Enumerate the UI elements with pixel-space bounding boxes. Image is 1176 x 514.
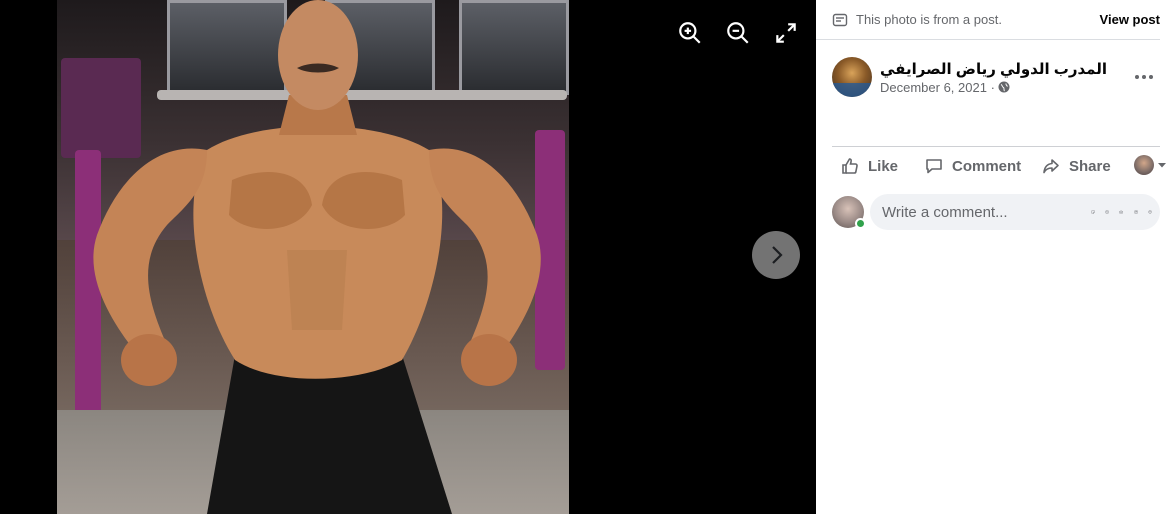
post-date[interactable]: December 6, 2021 ·	[880, 80, 995, 95]
zoom-in-icon[interactable]	[677, 20, 703, 46]
next-photo-button[interactable]	[752, 231, 800, 279]
more-horizontal-icon	[1135, 75, 1153, 79]
expand-icon[interactable]	[773, 20, 799, 46]
comment-button[interactable]: Comment	[924, 156, 1021, 176]
sticker-icon[interactable]	[1091, 203, 1095, 221]
svg-text:GIF: GIF	[1135, 212, 1137, 214]
comment-input[interactable]	[882, 203, 1081, 221]
online-status-dot	[855, 218, 866, 229]
avatar-sticker-icon[interactable]	[1148, 203, 1152, 221]
like-icon	[842, 158, 858, 174]
comment-icon	[926, 159, 942, 174]
view-post-link[interactable]: View post	[1100, 12, 1160, 27]
more-options-button[interactable]	[1126, 59, 1162, 95]
caret-down-icon	[1158, 163, 1166, 168]
photo-subject	[93, 0, 541, 514]
share-icon	[1043, 159, 1059, 174]
reactor-avatar	[1134, 155, 1154, 175]
globe-icon	[998, 81, 1010, 93]
comment-label: Comment	[952, 157, 1022, 175]
viewer-avatar[interactable]	[832, 196, 866, 229]
share-button[interactable]: Share	[1041, 156, 1111, 176]
post-actions: Like Comment Share	[832, 146, 1166, 186]
author-avatar[interactable]	[832, 57, 872, 97]
emoji-icon[interactable]	[1105, 203, 1110, 221]
comment-box[interactable]: GIF	[870, 194, 1160, 230]
gif-icon[interactable]: GIF	[1133, 203, 1138, 221]
author-meta: المدرب الدولي رياض الصرايفي December 6, …	[880, 60, 1118, 95]
post-author: المدرب الدولي رياض الصرايفي December 6, …	[832, 56, 1162, 98]
author-name[interactable]: المدرب الدولي رياض الصرايفي	[880, 60, 1118, 78]
post-date-row: December 6, 2021 ·	[880, 80, 1118, 95]
like-label: Like	[868, 157, 899, 175]
photo-viewer	[0, 0, 816, 514]
post-side-panel: This photo is from a post. View post الم…	[816, 0, 1176, 514]
share-label: Share	[1069, 157, 1111, 175]
post-photo	[57, 0, 569, 514]
from-post-notice: This photo is from a post. View post	[816, 0, 1160, 40]
chevron-right-icon	[772, 246, 783, 264]
like-button[interactable]: Like	[840, 156, 898, 176]
zoom-out-icon[interactable]	[725, 20, 751, 46]
camera-icon[interactable]	[1119, 203, 1124, 221]
reaction-identity-selector[interactable]	[1134, 155, 1167, 175]
notice-text: This photo is from a post.	[856, 12, 1002, 27]
notice-icon	[832, 13, 848, 26]
comment-composer: GIF	[832, 194, 1162, 230]
